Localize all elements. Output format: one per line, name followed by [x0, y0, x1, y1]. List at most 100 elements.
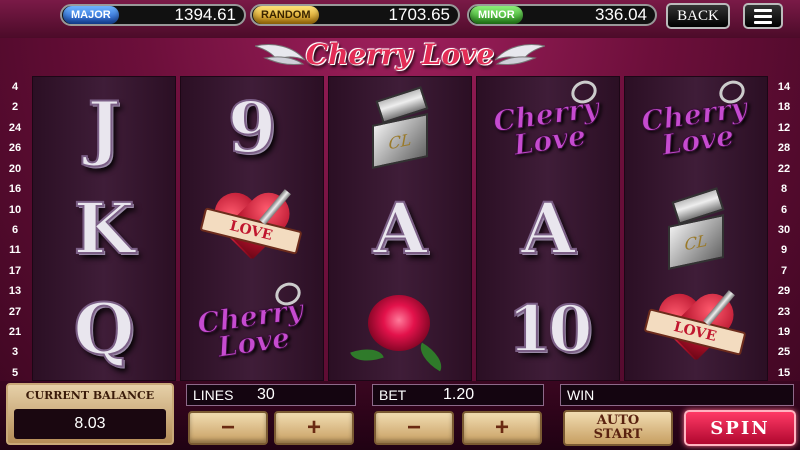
- jackpot-random-label: RANDOM: [253, 6, 319, 24]
- symbol-j: J: [86, 85, 121, 170]
- bet-label: BET: [379, 387, 407, 403]
- symbol-k: K: [73, 186, 136, 271]
- payline-marker[interactable]: 28: [773, 141, 795, 155]
- payline-marker[interactable]: 7: [773, 264, 795, 278]
- back-button[interactable]: BACK: [666, 3, 730, 29]
- lines-display: LINES 30: [186, 384, 356, 406]
- payline-marker[interactable]: 27: [4, 305, 26, 319]
- payline-marker[interactable]: 10: [4, 203, 26, 217]
- bet-increase-button[interactable]: +: [462, 411, 542, 445]
- payline-marker[interactable]: 15: [773, 366, 795, 380]
- reel-1: J K Q: [32, 76, 176, 381]
- jackpot-random: RANDOM 1703.65: [250, 4, 460, 26]
- reel-cell: Q: [33, 279, 175, 380]
- jackpot-major: MAJOR 1394.61: [60, 4, 246, 26]
- lines-value: 30: [257, 386, 275, 403]
- reel-cell: LOVE: [625, 279, 767, 380]
- auto-start-label-line2: START: [593, 427, 643, 442]
- jackpot-minor-value: 336.04: [595, 5, 647, 24]
- payline-marker[interactable]: 16: [4, 182, 26, 196]
- win-display: WIN: [560, 384, 794, 406]
- symbol-q: Q: [73, 287, 136, 372]
- payline-marker[interactable]: 19: [773, 325, 795, 339]
- wing-icon: [495, 44, 545, 65]
- current-balance-value: 8.03: [14, 409, 166, 439]
- symbol-a: A: [520, 186, 576, 271]
- reel-cell: 10: [477, 279, 619, 380]
- reel-cell: Cherry Love: [625, 76, 767, 178]
- lines-decrease-button[interactable]: −: [188, 411, 268, 445]
- payline-marker[interactable]: 9: [773, 243, 795, 257]
- payline-marker[interactable]: 4: [4, 80, 26, 94]
- reel-cell: CL: [625, 178, 767, 279]
- auto-start-button[interactable]: AUTO START: [563, 410, 673, 446]
- jackpot-minor: MINOR 336.04: [467, 4, 657, 26]
- reel-cell: A: [329, 178, 471, 279]
- jackpot-random-value: 1703.65: [388, 5, 450, 24]
- spin-button[interactable]: SPIN: [684, 410, 796, 446]
- symbol-9: 9: [227, 85, 278, 170]
- payline-marker[interactable]: 18: [773, 100, 795, 114]
- reel-5: Cherry Love CL LOVE: [624, 76, 768, 381]
- payline-marker[interactable]: 12: [773, 121, 795, 135]
- reel-cell: CL: [329, 77, 471, 178]
- payline-marker[interactable]: 17: [4, 264, 26, 278]
- lines-label: LINES: [193, 387, 234, 403]
- current-balance-label: CURRENT BALANCE: [25, 389, 155, 402]
- heart-love-icon: LOVE: [197, 187, 307, 271]
- symbol-a: A: [372, 186, 428, 271]
- game-logo: Cherry Love: [255, 36, 545, 78]
- payline-markers-left: 4 2 24 26 20 16 10 6 11 17 13 27 21 3 5: [4, 80, 26, 380]
- reel-cell: LOVE: [181, 178, 323, 279]
- reel-cell: [329, 279, 471, 380]
- current-balance-panel: CURRENT BALANCE 8.03: [6, 383, 174, 445]
- lighter-icon: CL: [664, 186, 728, 270]
- cherry-love-icon: Cherry Love: [195, 292, 306, 364]
- payline-marker[interactable]: 5: [4, 366, 26, 380]
- jackpot-major-label: MAJOR: [63, 6, 119, 24]
- payline-marker[interactable]: 25: [773, 345, 795, 359]
- payline-marker[interactable]: 26: [4, 141, 26, 155]
- payline-marker[interactable]: 22: [773, 162, 795, 176]
- hamburger-menu-icon[interactable]: [743, 3, 783, 29]
- heart-love-icon: LOVE: [641, 288, 751, 372]
- payline-marker[interactable]: 6: [4, 223, 26, 237]
- lighter-monogram: CL: [668, 213, 724, 270]
- reel-2: 9 LOVE Cherry Love: [180, 76, 324, 381]
- reel-4: Cherry Love A 10: [476, 76, 620, 381]
- bet-display: BET 1.20: [372, 384, 544, 406]
- payline-marker[interactable]: 2: [4, 100, 26, 114]
- jackpot-minor-label: MINOR: [470, 6, 523, 24]
- auto-start-label-line1: AUTO: [596, 413, 640, 428]
- reel-cell: A: [477, 178, 619, 279]
- bet-decrease-button[interactable]: −: [374, 411, 454, 445]
- payline-marker[interactable]: 3: [4, 345, 26, 359]
- payline-marker[interactable]: 20: [4, 162, 26, 176]
- rose-icon: [350, 289, 450, 371]
- payline-markers-right: 14 18 12 28 22 8 6 30 9 7 29 23 19 25 15: [773, 80, 795, 380]
- payline-marker[interactable]: 30: [773, 223, 795, 237]
- payline-marker[interactable]: 23: [773, 305, 795, 319]
- lines-increase-button[interactable]: +: [274, 411, 354, 445]
- reel-cell: Cherry Love: [477, 76, 619, 178]
- payline-marker[interactable]: 14: [773, 80, 795, 94]
- lighter-monogram: CL: [372, 112, 428, 169]
- win-label: WIN: [567, 387, 595, 403]
- reel-cell: J: [33, 77, 175, 178]
- payline-marker[interactable]: 24: [4, 121, 26, 135]
- payline-marker[interactable]: 11: [4, 243, 26, 257]
- payline-marker[interactable]: 21: [4, 325, 26, 339]
- bet-value: 1.20: [443, 386, 475, 403]
- reel-cell: K: [33, 178, 175, 279]
- cherry-love-icon: Cherry Love: [639, 90, 750, 162]
- reel-cell: 9: [181, 77, 323, 178]
- lighter-icon: CL: [368, 85, 432, 169]
- payline-marker[interactable]: 29: [773, 284, 795, 298]
- reel-3: CL A: [328, 76, 472, 381]
- payline-marker[interactable]: 8: [773, 182, 795, 196]
- symbol-10: 10: [506, 291, 593, 368]
- payline-marker[interactable]: 13: [4, 284, 26, 298]
- reel-grid: J K Q 9 LOVE Cherry Love CL A Cherry Lov…: [32, 76, 768, 381]
- reel-cell: Cherry Love: [181, 278, 323, 380]
- payline-marker[interactable]: 6: [773, 203, 795, 217]
